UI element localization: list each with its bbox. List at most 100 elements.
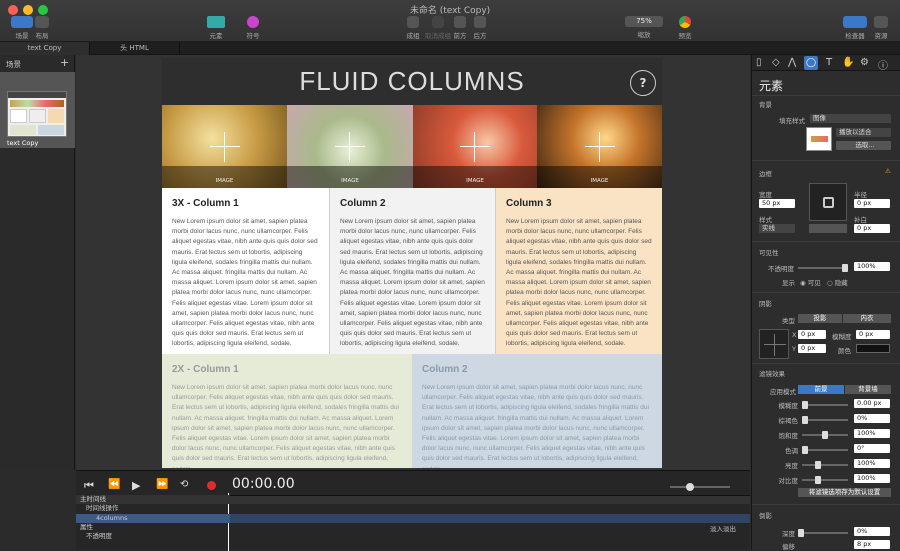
image-3[interactable]: IMAGE (413, 105, 537, 188)
transition-label[interactable]: 淡入淡出 (710, 523, 736, 533)
hidden-radio[interactable]: ○ 隐藏 (827, 277, 848, 287)
filter-slider[interactable] (802, 401, 848, 409)
filter-value-field[interactable]: 0° (854, 444, 890, 453)
fill-style-select[interactable]: 图像 (810, 114, 891, 123)
identity-icon[interactable]: ⚙ (860, 57, 869, 68)
choose-image-button[interactable]: 选取... (836, 141, 891, 150)
jump-start-icon[interactable]: ⏮ (84, 479, 94, 493)
filter-value-field[interactable]: 0% (854, 414, 890, 423)
actions-hand-icon[interactable]: ✋ (842, 57, 854, 68)
document-icon[interactable]: ▯ (756, 57, 762, 68)
send-back-button[interactable]: 后方 (470, 16, 490, 40)
column-5[interactable]: Column 2 New Lorem ipsum dolor sit amet,… (412, 354, 662, 468)
opacity-field[interactable]: 100% (854, 262, 890, 271)
metrics-icon[interactable]: ⋀ (788, 57, 796, 68)
filter-slider[interactable] (802, 416, 848, 424)
fit-mode-select[interactable]: 播放以适合 (836, 128, 891, 137)
zoom-value[interactable]: 75% (625, 16, 663, 27)
apply-front-segment[interactable]: 前景 (798, 385, 844, 394)
timeline-row-element[interactable]: 4columns (76, 514, 230, 523)
offset-field[interactable]: 8 px (854, 540, 890, 549)
depth-slider-thumb[interactable] (798, 529, 804, 537)
layers-icon[interactable]: ◇ (772, 57, 780, 68)
shadow-x-field[interactable]: 0 px (798, 330, 826, 339)
column-4[interactable]: 2X - Column 1 New Lorem ipsum dolor sit … (162, 354, 412, 468)
shadow-offset-pad[interactable] (759, 329, 789, 359)
timeline-row-actions[interactable]: 时间线操作 (76, 504, 230, 513)
filter-slider-thumb[interactable] (802, 416, 808, 424)
shadow-drop-segment[interactable]: 投影 (798, 314, 842, 323)
play-icon[interactable]: ▶ (132, 479, 140, 492)
typography-icon[interactable]: T (826, 57, 832, 68)
opacity-slider-thumb[interactable] (842, 264, 848, 272)
zoom-control[interactable]: 75% 缩放 (624, 16, 664, 39)
ungroup-button[interactable]: 取消成组 (424, 16, 452, 40)
crosshair-icon (460, 131, 490, 162)
image-4[interactable]: IMAGE (537, 105, 662, 188)
filter-value-field[interactable]: 0.00 px (854, 399, 890, 408)
column-1[interactable]: 3X - Column 1 New Lorem ipsum dolor sit … (162, 188, 329, 354)
depth-slider[interactable] (798, 529, 848, 537)
tab-head-html[interactable]: 头 HTML (90, 42, 180, 55)
depth-field[interactable]: 0% (854, 527, 890, 536)
image-well[interactable] (806, 127, 832, 151)
apply-back-segment[interactable]: 背景墙 (845, 385, 891, 394)
step-forward-icon[interactable]: ⏩ (156, 479, 168, 490)
step-back-icon[interactable]: ⏪ (108, 479, 120, 490)
save-default-filters-button[interactable]: 将滤镜选项存为默认设置 (798, 488, 891, 497)
group-button[interactable]: 成组 (402, 16, 424, 40)
filter-value-field[interactable]: 100% (854, 429, 890, 438)
tab-text-copy[interactable]: text Copy (0, 42, 90, 55)
border-style-select[interactable]: 实线 (759, 224, 795, 233)
radius-field[interactable]: 0 px (854, 199, 890, 208)
layout-button[interactable]: 布局 (32, 16, 52, 40)
inspector-button[interactable]: 检查器 (840, 16, 870, 40)
shadow-blur-field[interactable]: 0 px (856, 330, 890, 339)
opacity-slider[interactable] (798, 264, 848, 272)
help-button[interactable]: ? (630, 70, 656, 96)
timeline-row-opacity[interactable]: 不透明度 (76, 532, 230, 541)
filter-slider[interactable] (802, 446, 848, 454)
elements-button[interactable]: 元素 (200, 16, 232, 40)
filter-value-field[interactable]: 100% (854, 474, 890, 483)
border-color-well[interactable] (809, 224, 847, 233)
column-2[interactable]: Column 2 New Lorem ipsum dolor sit amet,… (329, 188, 496, 354)
border-width-field[interactable]: 50 px (759, 199, 795, 208)
filter-slider-thumb[interactable] (815, 476, 822, 484)
library-button[interactable]: 资源 (870, 16, 892, 40)
filter-slider-thumb[interactable] (822, 431, 828, 439)
padding-field[interactable]: 0 px (854, 224, 890, 233)
filter-value-field[interactable]: 100% (854, 459, 890, 468)
document-page[interactable]: FLUID COLUMNS ? IMAGE IMAGE IMAGE IMAGE … (162, 58, 662, 468)
column-3[interactable]: Column 3 New Lorem ipsum dolor sit amet,… (496, 188, 662, 354)
shadow-inner-segment[interactable]: 内衣 (843, 314, 891, 323)
symbols-button[interactable]: 符号 (238, 16, 268, 40)
add-scene-button[interactable]: + (60, 56, 69, 69)
timeline-row-main[interactable]: 主时间线 (76, 495, 230, 504)
image-1[interactable]: IMAGE (162, 105, 287, 188)
border-sides-widget[interactable] (809, 183, 847, 221)
timeline-row-properties[interactable]: 属性 (76, 523, 230, 532)
loop-icon[interactable]: ⟲ (180, 479, 188, 490)
image-2[interactable]: IMAGE (287, 105, 413, 188)
page-title: FLUID COLUMNS (299, 66, 525, 96)
element-tab-icon[interactable]: ◯ (804, 56, 818, 70)
filter-slider-thumb[interactable] (802, 401, 808, 409)
filter-slider[interactable] (802, 461, 848, 469)
shadow-y-field[interactable]: 0 px (798, 344, 826, 353)
scene-thumbnail[interactable]: text Copy (0, 72, 75, 148)
warning-icon[interactable]: ⚠ (885, 167, 891, 175)
timeline-track-element[interactable] (230, 514, 750, 523)
visible-radio[interactable]: ◉ 可见 (800, 277, 821, 287)
info-icon[interactable]: ⓘ (878, 57, 888, 72)
preview-button[interactable]: 预览 (674, 16, 696, 40)
filter-slider[interactable] (802, 476, 848, 484)
filter-slider[interactable] (802, 431, 848, 439)
filter-slider-thumb[interactable] (802, 446, 808, 454)
timeline-ruler[interactable] (230, 496, 750, 504)
timeline-zoom-slider[interactable] (670, 483, 730, 491)
shadow-color-well[interactable] (856, 344, 890, 353)
record-button[interactable] (207, 481, 216, 490)
bring-front-button[interactable]: 前方 (450, 16, 470, 40)
filter-slider-thumb[interactable] (815, 461, 822, 469)
